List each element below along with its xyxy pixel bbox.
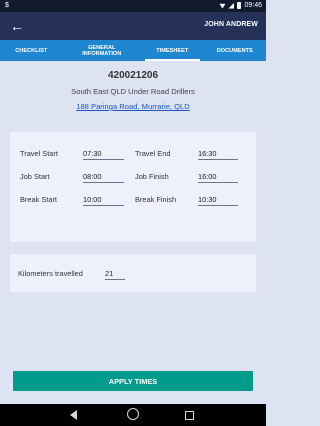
tab-general-information[interactable]: GENERAL INFORMATION xyxy=(63,40,142,61)
tab-documents[interactable]: DOCUMENTS xyxy=(204,40,267,61)
nav-recent-apps-icon[interactable] xyxy=(185,411,194,420)
status-bar: $ 09:46 xyxy=(0,0,266,12)
signal-icon xyxy=(228,2,235,9)
job-finish-input[interactable]: 16:00 xyxy=(198,172,238,183)
tab-checklist[interactable]: CHECKLIST xyxy=(0,40,63,61)
status-icons: 09:46 xyxy=(219,2,262,9)
job-address-link[interactable]: 188 Paringa Road, Murrarie, QLD xyxy=(76,102,190,111)
break-start-input[interactable]: 10:00 xyxy=(83,195,124,206)
times-card: Travel Start 07:30 Travel End 16:30 Job … xyxy=(10,132,256,242)
travel-start-input[interactable]: 07:30 xyxy=(83,149,124,160)
travel-end-input[interactable]: 16:30 xyxy=(198,149,238,160)
job-start-label: Job Start xyxy=(20,172,50,181)
status-time: 09:46 xyxy=(244,2,262,9)
job-start-input[interactable]: 08:00 xyxy=(83,172,124,183)
back-arrow-icon[interactable]: ← xyxy=(9,18,25,34)
wifi-icon xyxy=(219,3,226,9)
nav-home-icon[interactable] xyxy=(127,408,139,420)
break-finish-label: Break Finish xyxy=(135,195,177,204)
app-bar: ← JOHN ANDREW xyxy=(0,12,266,40)
job-header: 420021206 South East QLD Under Road Dril… xyxy=(0,70,266,114)
travel-end-label: Travel End xyxy=(135,149,171,158)
nav-back-icon[interactable] xyxy=(70,410,77,420)
user-name: JOHN ANDREW xyxy=(204,21,258,28)
system-nav-bar xyxy=(0,404,266,426)
apply-times-button[interactable]: APPLY TIMES xyxy=(13,371,253,391)
tab-bar: CHECKLIST GENERAL INFORMATION TIMESHEET … xyxy=(0,40,266,61)
break-start-label: Break Start xyxy=(20,195,57,204)
break-finish-input[interactable]: 10:30 xyxy=(198,195,238,206)
job-number: 420021206 xyxy=(107,70,159,81)
kilometers-input[interactable]: 21 xyxy=(105,269,125,280)
tab-timesheet[interactable]: TIMESHEET xyxy=(141,40,204,61)
travel-start-label: Travel Start xyxy=(20,149,58,158)
job-client: South East QLD Under Road Drillers xyxy=(71,87,195,96)
battery-icon xyxy=(237,2,242,9)
job-finish-label: Job Finish xyxy=(135,172,169,181)
kilometers-card: Kilometers travelled 21 xyxy=(10,254,256,292)
notification-icon: $ xyxy=(5,2,9,9)
kilometers-label: Kilometers travelled xyxy=(18,269,83,278)
